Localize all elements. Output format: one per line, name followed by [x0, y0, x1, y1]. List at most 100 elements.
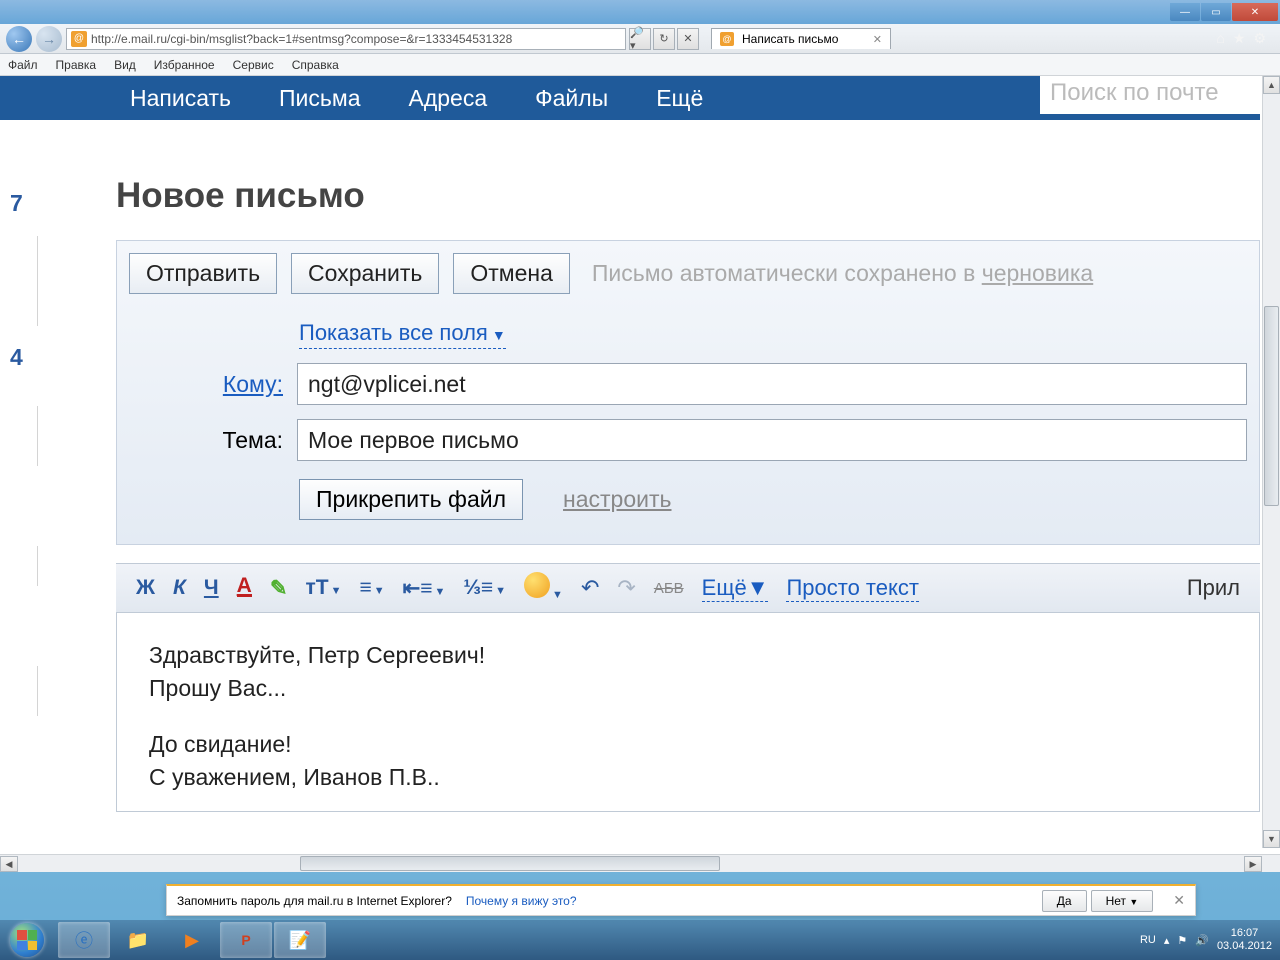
tray-volume-icon[interactable]: 🔊: [1195, 934, 1209, 947]
system-tray: RU ▴ ⚑ 🔊 16:07 03.04.2012: [1140, 927, 1280, 953]
password-no-button[interactable]: Нет ▼: [1091, 890, 1154, 912]
home-icon[interactable]: ⌂: [1216, 30, 1224, 47]
subject-input[interactable]: [297, 419, 1247, 461]
list-button[interactable]: ⅓≡▼: [463, 576, 506, 600]
taskbar-ie-icon[interactable]: ⓔ: [58, 922, 110, 958]
plain-text-link[interactable]: Просто текст: [786, 575, 918, 602]
chevron-down-icon: ▼: [492, 327, 506, 343]
toolbar-attach-right[interactable]: Прил: [1187, 575, 1240, 601]
window-close-button[interactable]: ✕: [1232, 3, 1278, 21]
menu-file[interactable]: Файл: [8, 58, 38, 72]
body-line: Прошу Вас...: [149, 672, 1227, 705]
cancel-button[interactable]: Отмена: [453, 253, 570, 294]
underline-button[interactable]: Ч: [204, 576, 219, 600]
redo-button[interactable]: ↷: [617, 575, 635, 601]
undo-button[interactable]: ↶: [581, 575, 599, 601]
message-body-editor[interactable]: Здравствуйте, Петр Сергеевич! Прошу Вас.…: [116, 612, 1260, 812]
password-save-bar: Запомнить пароль для mail.ru в Internet …: [166, 884, 1196, 916]
tray-lang[interactable]: RU: [1140, 934, 1156, 946]
tab-close-button[interactable]: ✕: [873, 33, 882, 46]
editor-toolbar: Ж К Ч А ✎ тТ▼ ≡▼ ⇤≡▼ ⅓≡▼ ▼ ↶ ↷ АБВ Ещё▼ …: [116, 563, 1260, 612]
to-label[interactable]: Кому:: [129, 371, 283, 398]
scroll-right-button[interactable]: ▶: [1244, 856, 1262, 872]
favorites-icon[interactable]: ★: [1233, 30, 1246, 47]
hscroll-thumb[interactable]: [300, 856, 720, 871]
scroll-up-button[interactable]: ▲: [1263, 76, 1280, 94]
font-color-button[interactable]: А: [237, 579, 252, 597]
autosave-text: Письмо автоматически сохранено в чернови…: [592, 260, 1093, 287]
taskbar-media-icon[interactable]: ▶: [166, 922, 218, 958]
tray-flag-icon[interactable]: ⚑: [1177, 934, 1187, 947]
body-line: С уважением, Иванов П.В..: [149, 761, 1227, 794]
left-number-7: 7: [10, 190, 23, 217]
url-text: http://e.mail.ru/cgi-bin/msglist?back=1#…: [91, 32, 512, 46]
stop-button[interactable]: ✕: [677, 28, 699, 50]
password-yes-button[interactable]: Да: [1042, 890, 1087, 912]
configure-link[interactable]: настроить: [563, 486, 671, 513]
italic-button[interactable]: К: [173, 576, 186, 600]
address-bar[interactable]: @ http://e.mail.ru/cgi-bin/msglist?back=…: [66, 28, 626, 50]
windows-logo-icon: [17, 930, 37, 950]
subject-label: Тема:: [129, 427, 283, 454]
smiley-icon: [524, 572, 550, 598]
window-minimize-button[interactable]: —: [1170, 3, 1200, 21]
nav-letters[interactable]: Письма: [279, 85, 360, 112]
attach-file-button[interactable]: Прикрепить файл: [299, 479, 523, 520]
font-size-button[interactable]: тТ▼: [305, 576, 341, 600]
body-line: До свидание!: [149, 728, 1227, 761]
page-viewport: Написать Письма Адреса Файлы Ещё Поиск п…: [0, 76, 1280, 872]
menu-help[interactable]: Справка: [292, 58, 339, 72]
nav-compose[interactable]: Написать: [130, 85, 231, 112]
menu-view[interactable]: Вид: [114, 58, 136, 72]
align-button[interactable]: ≡▼: [359, 576, 384, 600]
strikethrough-button[interactable]: АБВ: [654, 580, 684, 597]
why-link[interactable]: Почему я вижу это?: [466, 894, 577, 908]
show-all-fields-link[interactable]: Показать все поля▼: [299, 320, 506, 349]
bold-button[interactable]: Ж: [136, 576, 155, 600]
left-number-4: 4: [10, 344, 23, 371]
indent-button[interactable]: ⇤≡▼: [403, 576, 446, 601]
taskbar-explorer-icon[interactable]: 📁: [112, 922, 164, 958]
nav-addresses[interactable]: Адреса: [408, 85, 487, 112]
scroll-thumb[interactable]: [1264, 306, 1279, 506]
scroll-down-button[interactable]: ▼: [1263, 830, 1280, 848]
tray-clock[interactable]: 16:07 03.04.2012: [1217, 927, 1272, 953]
browser-tab[interactable]: @ Написать письмо ✕: [711, 28, 891, 49]
send-button[interactable]: Отправить: [129, 253, 277, 294]
highlight-button[interactable]: ✎: [270, 576, 288, 601]
scroll-left-button[interactable]: ◀: [0, 856, 18, 872]
drafts-link[interactable]: черновика: [982, 260, 1094, 286]
vertical-scrollbar[interactable]: ▲ ▼: [1262, 76, 1280, 848]
refresh-button[interactable]: ↻: [653, 28, 675, 50]
page-title: Новое письмо: [116, 176, 1260, 216]
search-dropdown-button[interactable]: 🔎 ▾: [629, 28, 651, 50]
site-favicon-icon: @: [71, 31, 87, 47]
menu-edit[interactable]: Правка: [56, 58, 97, 72]
body-line: Здравствуйте, Петр Сергеевич!: [149, 639, 1227, 672]
forward-button[interactable]: →: [36, 26, 62, 52]
menu-favorites[interactable]: Избранное: [154, 58, 215, 72]
taskbar-editor-icon[interactable]: 📝: [274, 922, 326, 958]
window-maximize-button[interactable]: ▭: [1201, 3, 1231, 21]
start-button[interactable]: [0, 920, 54, 960]
taskbar-powerpoint-icon[interactable]: P: [220, 922, 272, 958]
save-button[interactable]: Сохранить: [291, 253, 439, 294]
taskbar: ⓔ 📁 ▶ P 📝 RU ▴ ⚑ 🔊 16:07 03.04.2012: [0, 920, 1280, 960]
tab-favicon-icon: @: [720, 32, 734, 46]
password-bar-close-button[interactable]: ✕: [1173, 892, 1185, 909]
tray-expand-icon[interactable]: ▴: [1164, 934, 1170, 947]
menu-service[interactable]: Сервис: [233, 58, 274, 72]
to-input[interactable]: [297, 363, 1247, 405]
emoji-button[interactable]: ▼: [524, 572, 563, 604]
back-button[interactable]: ←: [6, 26, 32, 52]
password-prompt-text: Запомнить пароль для mail.ru в Internet …: [177, 894, 452, 908]
toolbar-more-link[interactable]: Ещё▼: [702, 575, 769, 602]
mail-top-nav: Написать Письма Адреса Файлы Ещё Поиск п…: [0, 76, 1260, 120]
settings-icon[interactable]: ⚙: [1253, 30, 1266, 47]
window-titlebar: — ▭ ✕: [0, 0, 1280, 24]
mail-search-input[interactable]: Поиск по почте: [1040, 76, 1260, 114]
nav-files[interactable]: Файлы: [535, 85, 608, 112]
horizontal-scrollbar[interactable]: ◀ ▶: [0, 854, 1280, 872]
tab-title: Написать письмо: [742, 32, 838, 46]
nav-more[interactable]: Ещё: [656, 85, 703, 112]
